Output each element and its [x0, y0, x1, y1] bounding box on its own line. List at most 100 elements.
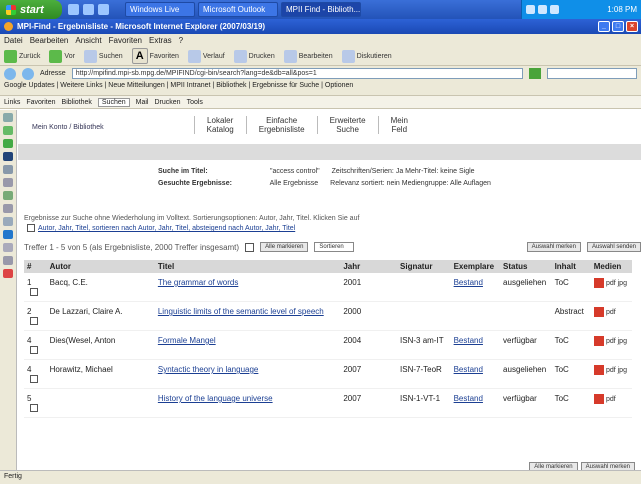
sidebar-page-icon[interactable]: [3, 217, 13, 226]
start-button[interactable]: start: [0, 0, 62, 19]
bottom-select-all-button[interactable]: Alle markieren: [529, 462, 578, 470]
pdf-icon[interactable]: [593, 307, 604, 317]
tab-local-catalog[interactable]: Lokaler Katalog: [193, 116, 246, 134]
sidebar-blue-icon[interactable]: [3, 230, 13, 239]
pdf-icon[interactable]: [593, 365, 604, 375]
row-content[interactable]: Abstract: [551, 301, 591, 331]
bottom-mark-button[interactable]: Auswahl merken: [580, 462, 635, 470]
task-button-1[interactable]: Windows Live: [125, 2, 195, 17]
bookmark-7[interactable]: Tools: [187, 99, 203, 106]
go-button[interactable]: [529, 68, 541, 79]
row-checkbox[interactable]: [30, 316, 38, 325]
col-number[interactable]: #: [24, 260, 47, 273]
col-status[interactable]: Status: [500, 260, 552, 273]
row-holdings-link[interactable]: Bestand: [454, 336, 483, 345]
row-content[interactable]: ToC: [551, 359, 591, 389]
row-holdings-link[interactable]: Bestand: [454, 394, 483, 403]
sidebar-doc-icon[interactable]: [3, 178, 13, 187]
sidebar-list-icon[interactable]: [3, 204, 13, 213]
forward-button[interactable]: Vor: [49, 49, 75, 63]
tray-network-icon[interactable]: [526, 5, 535, 14]
desktop-icon[interactable]: [98, 4, 109, 15]
row-content[interactable]: ToC: [551, 273, 591, 302]
search-button[interactable]: Suchen: [83, 49, 123, 63]
menu-file[interactable]: Datei: [4, 36, 23, 45]
sidebar-green-icon[interactable]: [3, 126, 13, 135]
edit-button[interactable]: Bearbeiten: [283, 49, 333, 63]
select-all-checkbox[interactable]: [245, 242, 255, 252]
address-input[interactable]: http://mpifind.mpi-sb.mpg.de/MPIFIND/cgi…: [71, 68, 523, 79]
menu-favorites[interactable]: Favoriten: [109, 36, 142, 45]
tray-security-icon[interactable]: [550, 5, 559, 14]
row-title-link[interactable]: The grammar of words: [158, 278, 238, 287]
discuss-button[interactable]: Diskutieren: [341, 49, 392, 63]
sidebar-home-icon[interactable]: [3, 113, 13, 122]
bookmark-2[interactable]: Favoriten: [26, 99, 55, 106]
task-button-3[interactable]: MPII Find - Biblioth...: [281, 2, 361, 17]
row-content[interactable]: ToC: [551, 388, 591, 418]
send-selection-button[interactable]: Auswahl senden: [586, 242, 641, 252]
col-media[interactable]: Medien: [590, 260, 632, 273]
toolbar-search-input[interactable]: [547, 68, 637, 79]
media-icon[interactable]: [83, 4, 94, 15]
sidebar-tool-icon[interactable]: [3, 191, 13, 200]
col-copies[interactable]: Exemplare: [450, 260, 501, 273]
select-all-button[interactable]: Alle markieren: [260, 242, 309, 252]
row-media[interactable]: pdf: [606, 396, 616, 403]
nav-forward-icon[interactable]: [22, 67, 34, 80]
row-title-link[interactable]: Linguistic limits of the semantic level …: [158, 307, 324, 316]
col-title[interactable]: Titel: [154, 260, 341, 273]
favorites-button[interactable]: A Favoriten: [131, 48, 179, 64]
print-button[interactable]: Drucken: [233, 49, 275, 63]
close-button[interactable]: ×: [626, 21, 638, 32]
row-title-link[interactable]: History of the language universe: [158, 394, 273, 403]
pdf-icon[interactable]: [593, 278, 604, 288]
bookmark-5[interactable]: Mail: [136, 99, 149, 106]
col-signature[interactable]: Signatur: [397, 260, 451, 273]
ie-icon[interactable]: [68, 4, 79, 15]
history-button[interactable]: Verlauf: [187, 49, 225, 63]
sort-links[interactable]: Autor, Jahr, Titel, sortieren nach Autor…: [38, 225, 295, 232]
tab-result-list[interactable]: Einfache Ergebnisliste: [245, 116, 317, 134]
tray-volume-icon[interactable]: [538, 5, 547, 14]
nav-back-icon[interactable]: [4, 67, 16, 80]
sidebar-leaf-icon[interactable]: [3, 139, 13, 148]
tab-my-field[interactable]: Mein Feld: [377, 116, 420, 134]
col-author[interactable]: Autor: [46, 260, 155, 273]
minimize-button[interactable]: _: [598, 21, 610, 32]
bookmark-4[interactable]: Suchen: [97, 97, 130, 107]
my-account-link[interactable]: Mein Konto / Bibliothek: [32, 124, 104, 131]
sidebar-grid-icon[interactable]: [3, 165, 13, 174]
row-checkbox[interactable]: [30, 374, 38, 383]
note-checkbox[interactable]: [27, 224, 35, 233]
col-year[interactable]: Jahr: [340, 260, 398, 273]
row-title-link[interactable]: Syntactic theory in language: [158, 365, 259, 374]
menu-view[interactable]: Ansicht: [75, 36, 101, 45]
sidebar-panel-icon[interactable]: [3, 243, 13, 252]
row-holdings-link[interactable]: Bestand: [454, 365, 483, 374]
bookmark-3[interactable]: Bibliothek: [62, 99, 92, 106]
row-checkbox[interactable]: [30, 345, 38, 354]
menu-help[interactable]: ?: [179, 36, 183, 45]
row-media[interactable]: pdf jpg: [606, 367, 627, 374]
row-title-link[interactable]: Formale Mangel: [158, 336, 216, 345]
menu-tools[interactable]: Extras: [149, 36, 172, 45]
tab-advanced-search[interactable]: Erweiterte Suche: [316, 116, 378, 134]
mark-selection-button[interactable]: Auswahl merken: [526, 242, 581, 252]
row-media[interactable]: pdf jpg: [606, 280, 627, 287]
row-checkbox[interactable]: [30, 287, 38, 296]
bookmark-6[interactable]: Drucken: [154, 99, 180, 106]
links-bar[interactable]: Google Updates | Weitere Links | Neue Mi…: [0, 81, 641, 90]
row-content[interactable]: ToC: [551, 330, 591, 360]
row-media[interactable]: pdf: [606, 309, 616, 316]
task-button-2[interactable]: Microsoft Outlook: [198, 2, 278, 17]
sidebar-red-icon[interactable]: [3, 269, 13, 278]
maximize-button[interactable]: □: [612, 21, 624, 32]
row-holdings-link[interactable]: Bestand: [454, 278, 483, 287]
back-button[interactable]: Zurück: [4, 49, 40, 63]
sort-select[interactable]: Sortieren: [314, 242, 355, 252]
menu-edit[interactable]: Bearbeiten: [30, 36, 69, 45]
row-checkbox[interactable]: [30, 403, 38, 412]
row-media[interactable]: pdf jpg: [606, 338, 627, 345]
bookmark-1[interactable]: Links: [4, 99, 20, 106]
